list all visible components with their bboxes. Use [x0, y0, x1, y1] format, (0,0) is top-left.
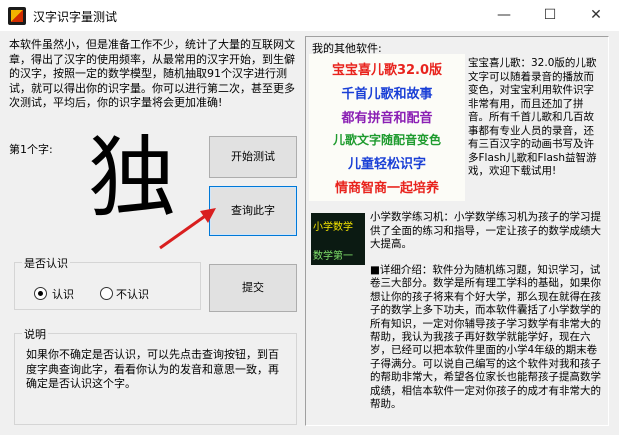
close-button[interactable]: ✕ [573, 0, 619, 31]
start-test-button[interactable]: 开始测试 [209, 136, 297, 178]
submit-button[interactable]: 提交 [209, 264, 297, 312]
ad-line-1: 宝宝喜儿歌32.0版 [331, 63, 443, 78]
recognize-group-title: 是否认识 [22, 255, 70, 271]
math-thumb-line-2: 数学第一 [313, 251, 353, 262]
recognize-yes-radio[interactable] [34, 287, 47, 300]
maximize-button[interactable]: ☐ [527, 0, 573, 31]
recognize-no-label[interactable]: 不认识 [116, 286, 149, 302]
ad-line-3: 都有拼音和配音 [341, 111, 433, 126]
minimize-button[interactable]: — [481, 0, 527, 31]
recognize-yes-label[interactable]: 认识 [52, 286, 74, 302]
ad-line-5: 儿童轻松识字 [347, 157, 426, 172]
title-bar: 汉字识字量测试 — ☐ ✕ [0, 0, 619, 31]
math-detail-description: ■详细介绍：软件分为随机练习题，知识学习，试卷三大部分。数学是所有理工学科的基础… [370, 264, 601, 411]
explain-group-title: 说明 [22, 326, 48, 342]
math-practice-thumbnail[interactable]: 小学数学 数学第一 [311, 213, 365, 265]
math-thumb-line-1: 小学数学 [313, 222, 353, 233]
math-practice-description: 小学数学练习机：小学数学练习机为孩子的学习提供了全面的练习和指导，一定让孩子的数… [370, 211, 601, 250]
window-title: 汉字识字量测试 [33, 10, 118, 24]
baby-song-ad-image[interactable]: 宝宝喜儿歌32.0版 千首儿歌和故事 都有拼音和配音 儿歌文字随配音变色 儿童轻… [309, 54, 465, 201]
arrow-annotation-icon [159, 208, 216, 250]
current-char-label: 第1个字: [9, 143, 53, 156]
recognize-no-radio[interactable] [100, 287, 113, 300]
ad-line-2: 千首儿歌和故事 [341, 87, 433, 102]
ad-line-6: 情商智商一起培养 [334, 181, 439, 196]
ad-line-4: 儿歌文字随配音变色 [332, 133, 441, 147]
baby-song-description: 宝宝喜儿歌：32.0版的儿歌文字可以随着录音的播放而变色，对宝宝利用软件识字非常… [468, 57, 597, 177]
intro-text: 本软件虽然小，但是准备工作不少，统计了大量的互联网文章，得出了汉字的使用频率，从… [9, 38, 295, 109]
explain-text: 如果你不确定是否认识，可以先点击查询按钮，到百度字典查询此字，看看你认为的发音和… [26, 348, 279, 390]
app-icon [8, 7, 26, 25]
